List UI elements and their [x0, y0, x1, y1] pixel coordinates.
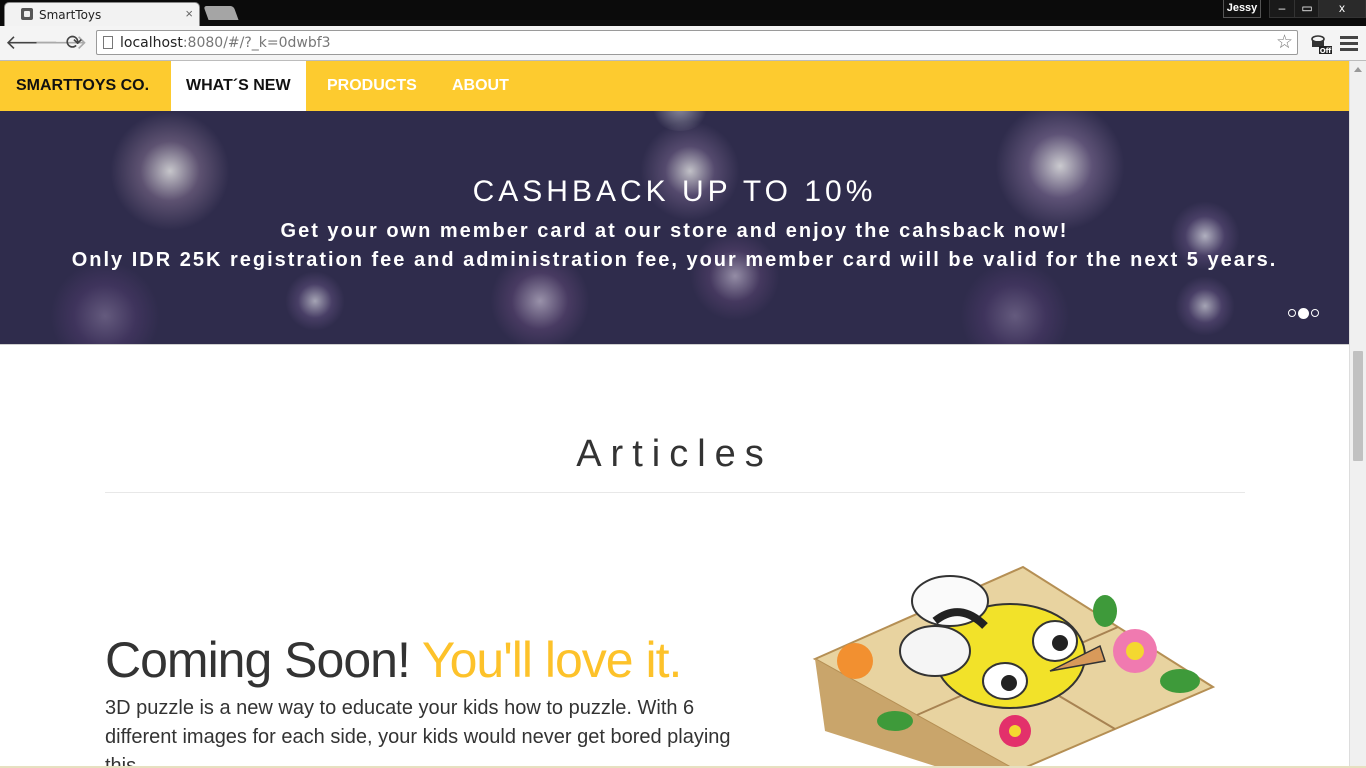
extension-off-icon[interactable]: Off [1310, 33, 1332, 55]
tab-favicon-icon [21, 8, 33, 20]
article-body: 3D puzzle is a new way to educate your k… [105, 697, 731, 766]
page-icon [103, 36, 113, 49]
reload-icon[interactable]: ⟳ [62, 31, 86, 55]
minimize-button[interactable]: – [1269, 0, 1295, 18]
puzzle-cube-image [812, 565, 1216, 766]
section-divider [105, 492, 1245, 493]
browser-tab[interactable]: SmartToys × [4, 2, 200, 26]
browser-titlebar: SmartToys × Jessy – ▭ x [0, 0, 1366, 26]
browser-toolbar: 🡐 🡒 ⟳ localhost:8080/#/?_k=0dwbf3 ☆ Off [0, 26, 1366, 61]
new-tab-button[interactable] [203, 6, 239, 20]
close-window-button[interactable]: x [1318, 0, 1366, 18]
scroll-up-arrow-icon[interactable] [1354, 67, 1362, 72]
carousel-line-2: Only IDR 25K registration fee and admini… [71, 249, 1278, 271]
carousel-line-1: Get your own member card at our store an… [280, 220, 1069, 242]
url-text[interactable]: localhost:8080/#/?_k=0dwbf3 [120, 35, 331, 51]
brand-logo-text[interactable]: SMARTTOYS CO. [16, 77, 149, 95]
bokeh-light [285, 271, 345, 331]
carousel-title: CASHBACK UP TO 10% [472, 175, 877, 208]
bokeh-light [690, 231, 780, 321]
browser-menu-icon[interactable] [1340, 33, 1358, 53]
promo-carousel: CASHBACK UP TO 10% Get your own member c… [0, 111, 1349, 345]
svg-text:Off: Off [1320, 47, 1332, 55]
carousel-dot-2[interactable] [1298, 308, 1309, 319]
profile-user-badge[interactable]: Jessy [1223, 0, 1261, 18]
tab-close-icon[interactable]: × [185, 6, 193, 22]
tab-title: SmartToys [39, 8, 102, 22]
scrollbar-thumb[interactable] [1353, 351, 1363, 461]
nav-about[interactable]: ABOUT [437, 61, 524, 111]
article-title-accent: You'll love it. [421, 632, 683, 688]
bokeh-light [1175, 276, 1235, 336]
carousel-dot-3[interactable] [1311, 309, 1319, 317]
bokeh-light [110, 111, 230, 231]
articles-heading: Articles [576, 433, 773, 475]
restore-button[interactable]: ▭ [1294, 0, 1320, 18]
carousel-dot-1[interactable] [1288, 309, 1296, 317]
url-host: localhost [120, 35, 183, 51]
carousel-indicators [1288, 304, 1321, 322]
url-path: :8080/#/?_k=0dwbf3 [182, 35, 331, 51]
page-viewport: SMARTTOYS CO. WHAT´S NEW PRODUCTS ABOUT … [0, 61, 1349, 766]
nav-products[interactable]: PRODUCTS [312, 61, 432, 111]
bokeh-light [50, 261, 160, 344]
bokeh-light [960, 261, 1070, 344]
back-arrow-icon[interactable]: 🡐 [5, 31, 59, 55]
bokeh-light [995, 111, 1125, 231]
forward-arrow-icon[interactable]: 🡒 [34, 31, 88, 55]
nav-whats-new[interactable]: WHAT´S NEW [171, 61, 306, 111]
vertical-scrollbar[interactable] [1349, 61, 1366, 766]
bookmark-star-icon[interactable]: ☆ [1276, 31, 1293, 55]
article-title-main: Coming Soon! [105, 632, 411, 688]
article-title: Coming Soon! You'll love it. [105, 631, 683, 689]
site-navbar: SMARTTOYS CO. WHAT´S NEW PRODUCTS ABOUT [0, 61, 1349, 111]
address-bar[interactable]: localhost:8080/#/?_k=0dwbf3 ☆ [96, 30, 1298, 55]
